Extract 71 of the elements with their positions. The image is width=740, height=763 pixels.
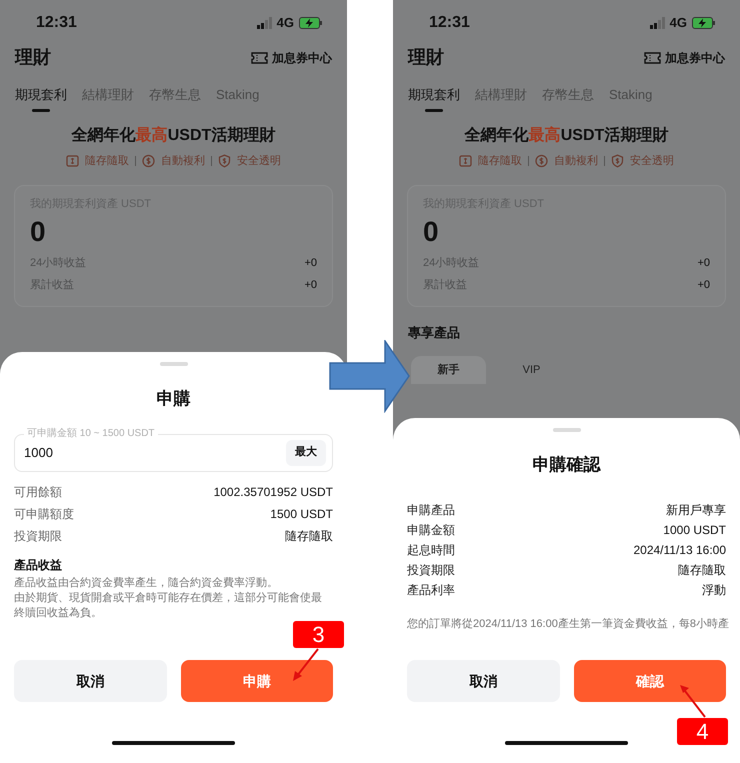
feature-label: 自動複利 <box>554 154 598 168</box>
ticket-icon <box>251 50 268 64</box>
ticket-icon <box>644 50 661 64</box>
drag-handle[interactable] <box>160 362 188 366</box>
max-button[interactable]: 最大 <box>286 440 326 466</box>
row-value: 新用戶專享 <box>666 502 726 518</box>
network-label: 4G <box>276 14 294 32</box>
row-value: 浮動 <box>702 582 726 598</box>
drag-handle[interactable] <box>552 428 580 432</box>
row-value: 1000 USDT <box>663 522 726 538</box>
asset-amount: 0 <box>423 214 440 248</box>
step-callout: 3 <box>293 621 344 648</box>
cancel-button[interactable]: 取消 <box>14 660 166 702</box>
shield-icon <box>611 154 624 168</box>
submit-button[interactable]: 確認 <box>574 660 726 702</box>
coupon-center-link[interactable]: 加息券中心 <box>251 48 332 66</box>
page-title: 理財 <box>15 46 51 69</box>
coupon-center-link[interactable]: 加息券中心 <box>644 48 725 66</box>
product-tab[interactable]: 新手 <box>411 356 486 384</box>
pointer-arrow <box>678 685 706 718</box>
section-title: 專享產品 <box>407 324 461 342</box>
shield-icon <box>218 154 231 168</box>
row-label: 申購金額 <box>407 522 455 538</box>
row-label: 可申購額度 <box>14 506 74 522</box>
row-label: 申購產品 <box>407 502 455 518</box>
note-text: 由於期貨、現貨開倉或平倉時可能存在價差，這部分可能會使最終贖回收益為負。 <box>14 590 323 620</box>
coin-icon <box>142 154 155 168</box>
feature-label: 隨存隨取 <box>85 154 129 168</box>
page-title: 理財 <box>408 46 444 69</box>
coin-icon <box>535 154 548 168</box>
row-value: 隨存隨取 <box>285 528 333 544</box>
row-value: +0 <box>304 278 317 293</box>
sheet-title: 申購確認 <box>532 454 602 476</box>
status-time: 12:31 <box>429 13 470 33</box>
feature-label: 安全透明 <box>237 154 281 168</box>
signal-icon <box>256 17 272 29</box>
sheet-title: 申購 <box>156 388 192 410</box>
cancel-button[interactable]: 取消 <box>407 660 560 702</box>
pointer-arrow <box>292 648 320 682</box>
status-time: 12:31 <box>36 13 77 33</box>
submit-button[interactable]: 申購 <box>180 660 333 702</box>
row-value: 隨存隨取 <box>678 562 726 578</box>
headline: 全網年化最高USDT活期理財 <box>70 125 276 146</box>
tab[interactable]: 期現套利 <box>15 85 67 112</box>
field-label: 可申購金額 10 ~ 1500 USDT <box>24 426 158 440</box>
battery-icon <box>299 17 323 29</box>
signal-icon <box>650 17 665 29</box>
note-text: 您的訂單將從2024/11/13 16:00產生第一筆資金費收益，每8小時產 <box>407 616 726 632</box>
headline: 全網年化最高USDT活期理財 <box>463 125 670 146</box>
row-label: 投資期限 <box>407 562 455 578</box>
battery-icon <box>692 17 716 29</box>
row-label: 可用餘額 <box>14 484 62 500</box>
row-value: +0 <box>697 278 710 293</box>
network-label: 4G <box>670 14 687 32</box>
note-title: 產品收益 <box>14 556 63 574</box>
tab[interactable]: 期現套利 <box>408 85 460 112</box>
feature-label: 安全透明 <box>630 154 674 168</box>
feature-label: 隨存隨取 <box>478 154 522 168</box>
row-value: +0 <box>697 256 710 270</box>
row-value: 1500 USDT <box>270 506 333 522</box>
row-label: 產品利率 <box>407 582 455 598</box>
asset-amount: 0 <box>30 214 47 248</box>
feature-label: 自動複利 <box>161 154 205 168</box>
row-value: 2024/11/13 16:00 <box>633 542 726 558</box>
row-label: 起息時間 <box>407 542 455 558</box>
row-label: 投資期限 <box>14 528 62 544</box>
row-value: 1002.35701952 USDT <box>214 484 333 500</box>
row-value: +0 <box>304 256 317 270</box>
note-text: 產品收益由合約資金費率產生，隨合約資金費率浮動。 <box>14 576 279 590</box>
step-callout: 4 <box>677 718 728 745</box>
product-tab[interactable]: VIP <box>494 356 569 384</box>
